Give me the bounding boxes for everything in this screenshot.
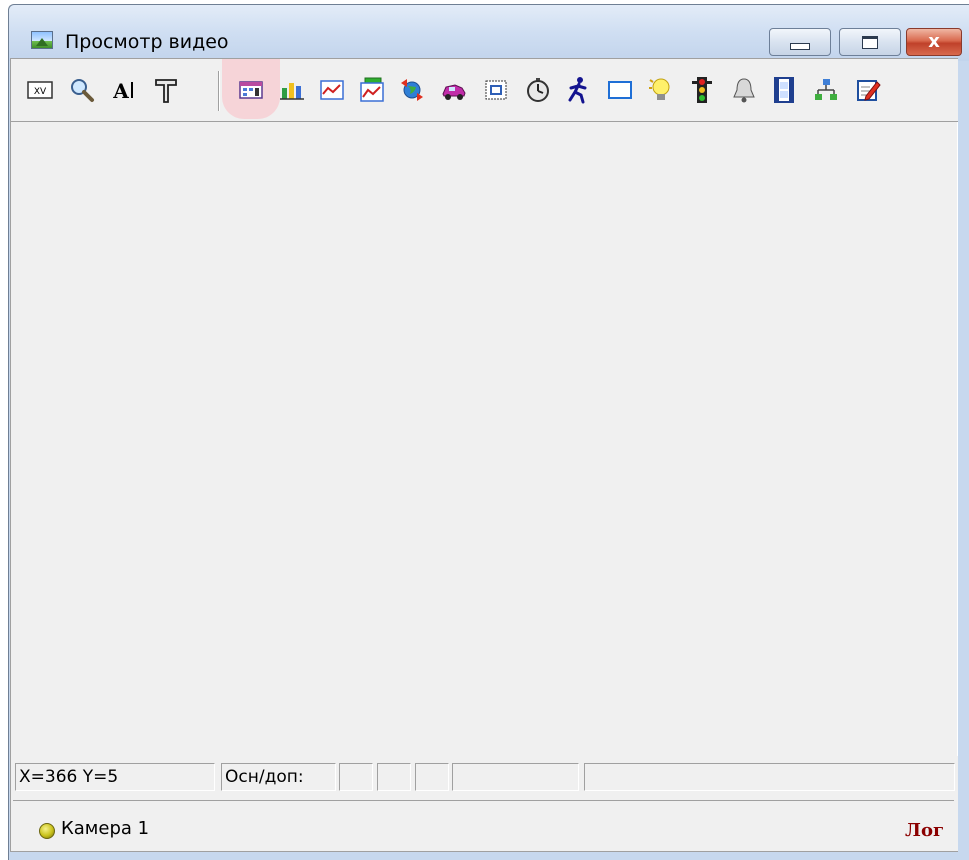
text-frame-icon: [485, 80, 507, 100]
film-icon: [774, 77, 794, 103]
light-button[interactable]: [645, 75, 675, 105]
edit-note-icon: [857, 80, 881, 101]
grid-settings-icon: [239, 81, 263, 99]
close-button[interactable]: x: [906, 28, 962, 56]
camera-tab[interactable]: Камера 1: [61, 818, 149, 839]
maximize-icon: [862, 35, 878, 49]
chart-3d-button[interactable]: [277, 75, 307, 105]
light-bulb-icon: [649, 78, 670, 100]
traffic-light-button[interactable]: [687, 75, 717, 105]
line-chart-icon: [320, 80, 344, 100]
chart-3d-icon: [280, 83, 304, 100]
film-button[interactable]: [769, 75, 799, 105]
window-frame-icon: [608, 81, 632, 99]
title-bar[interactable]: Просмотр видео x: [9, 5, 969, 61]
mode-label: Осн/доп:: [221, 763, 336, 791]
camera-tab-bar: Камера 1 Лог: [10, 796, 958, 852]
line-chart-button[interactable]: [317, 75, 347, 105]
network-button[interactable]: [811, 75, 841, 105]
minimize-icon: [790, 42, 810, 50]
minimize-button[interactable]: [769, 28, 831, 56]
status-bar: X=366 Y=5 Осн/доп:: [10, 756, 958, 796]
picture-icon: [31, 31, 53, 49]
xv-button[interactable]: XV: [25, 75, 55, 105]
window-frame-button[interactable]: [605, 75, 635, 105]
alarm-button[interactable]: [729, 75, 759, 105]
tools-button[interactable]: [151, 75, 181, 105]
status-cell-2: [377, 763, 411, 791]
globe-arrows-icon: [401, 79, 423, 101]
text-tool-button[interactable]: A: [109, 75, 139, 105]
chart-monitor-button[interactable]: [357, 75, 387, 105]
camera-tab-strip: Камера 1 Лог: [13, 800, 954, 846]
status-cell-5: [584, 763, 955, 791]
text-frame-button[interactable]: [481, 75, 511, 105]
xv-icon-label: XV: [34, 87, 47, 97]
motion-button[interactable]: [563, 75, 593, 105]
close-icon: x: [928, 31, 940, 52]
toolbar-separator: [218, 71, 220, 111]
log-tab[interactable]: Лог: [905, 820, 944, 841]
text-tool-label: A: [112, 79, 129, 103]
status-cell-3: [415, 763, 449, 791]
xv-icon: XV: [27, 81, 53, 99]
zoom-button[interactable]: [67, 75, 97, 105]
video-view-area[interactable]: [10, 122, 958, 756]
maximize-button[interactable]: [839, 28, 901, 56]
bell-icon: [733, 78, 755, 103]
grid-settings-button[interactable]: [236, 75, 266, 105]
status-cell-4: [452, 763, 579, 791]
coords-readout: X=366 Y=5: [15, 763, 215, 791]
running-man-icon: [568, 77, 587, 104]
globe-button[interactable]: [397, 75, 427, 105]
stopwatch-button[interactable]: [523, 75, 553, 105]
camera-status-icon: [39, 823, 55, 839]
stopwatch-icon: [527, 78, 549, 102]
network-icon: [815, 79, 837, 100]
magnifier-icon: [71, 79, 94, 102]
traffic-light-icon: [692, 77, 712, 103]
toolbar: XV A: [10, 58, 958, 122]
car-icon: [442, 84, 466, 100]
chart-monitor-icon: [360, 77, 384, 102]
window-title: Просмотр видео: [65, 31, 229, 53]
status-cell-1: [339, 763, 373, 791]
text-tool-icon: A: [112, 79, 133, 103]
car-button[interactable]: [439, 75, 469, 105]
hammer-icon: [155, 79, 177, 103]
edit-button[interactable]: [853, 75, 883, 105]
